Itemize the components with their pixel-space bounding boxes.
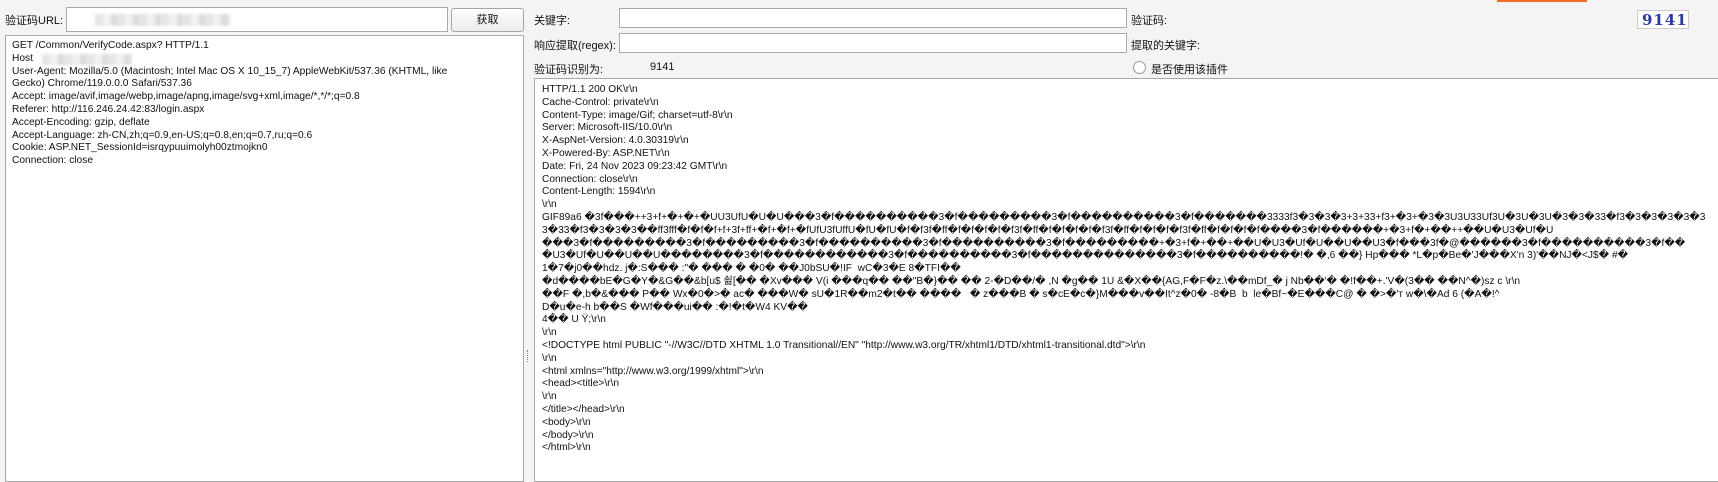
keyword-label: 关键字: <box>534 15 571 27</box>
use-plugin-label: 是否使用该插件 <box>1151 64 1228 76</box>
response-text: HTTP/1.1 200 OK\r\n Cache-Control: priva… <box>542 84 1706 454</box>
recognized-label: 验证码识别为: <box>534 64 604 76</box>
request-pane[interactable]: GET /Common/VerifyCode.aspx? HTTP/1.1 Ho… <box>5 35 524 482</box>
recognized-value: 9141 <box>650 61 675 73</box>
splitter-handle[interactable] <box>526 35 530 482</box>
fetch-button[interactable]: 获取 <box>451 8 524 32</box>
url-redacted-mask <box>95 14 230 26</box>
captcha-image: 9141 <box>1637 10 1689 29</box>
top-accent-bar <box>1497 0 1587 2</box>
captcha-label: 验证码: <box>1131 15 1168 27</box>
captcha-url-label: 验证码URL: <box>5 15 64 27</box>
response-pane[interactable]: HTTP/1.1 200 OK\r\n Cache-Control: priva… <box>534 78 1718 482</box>
splitter-grip <box>527 350 530 362</box>
captcha-image-text: 9141 <box>1642 11 1688 29</box>
keyword-input[interactable] <box>619 8 1127 28</box>
regex-label: 响应提取(regex): <box>534 40 616 52</box>
extracted-keyword-label: 提取的关键字: <box>1131 40 1201 52</box>
host-redacted-mask <box>42 54 132 65</box>
use-plugin-radio[interactable] <box>1133 61 1146 74</box>
captcha-url-input[interactable] <box>66 7 448 32</box>
regex-input[interactable] <box>619 33 1127 53</box>
